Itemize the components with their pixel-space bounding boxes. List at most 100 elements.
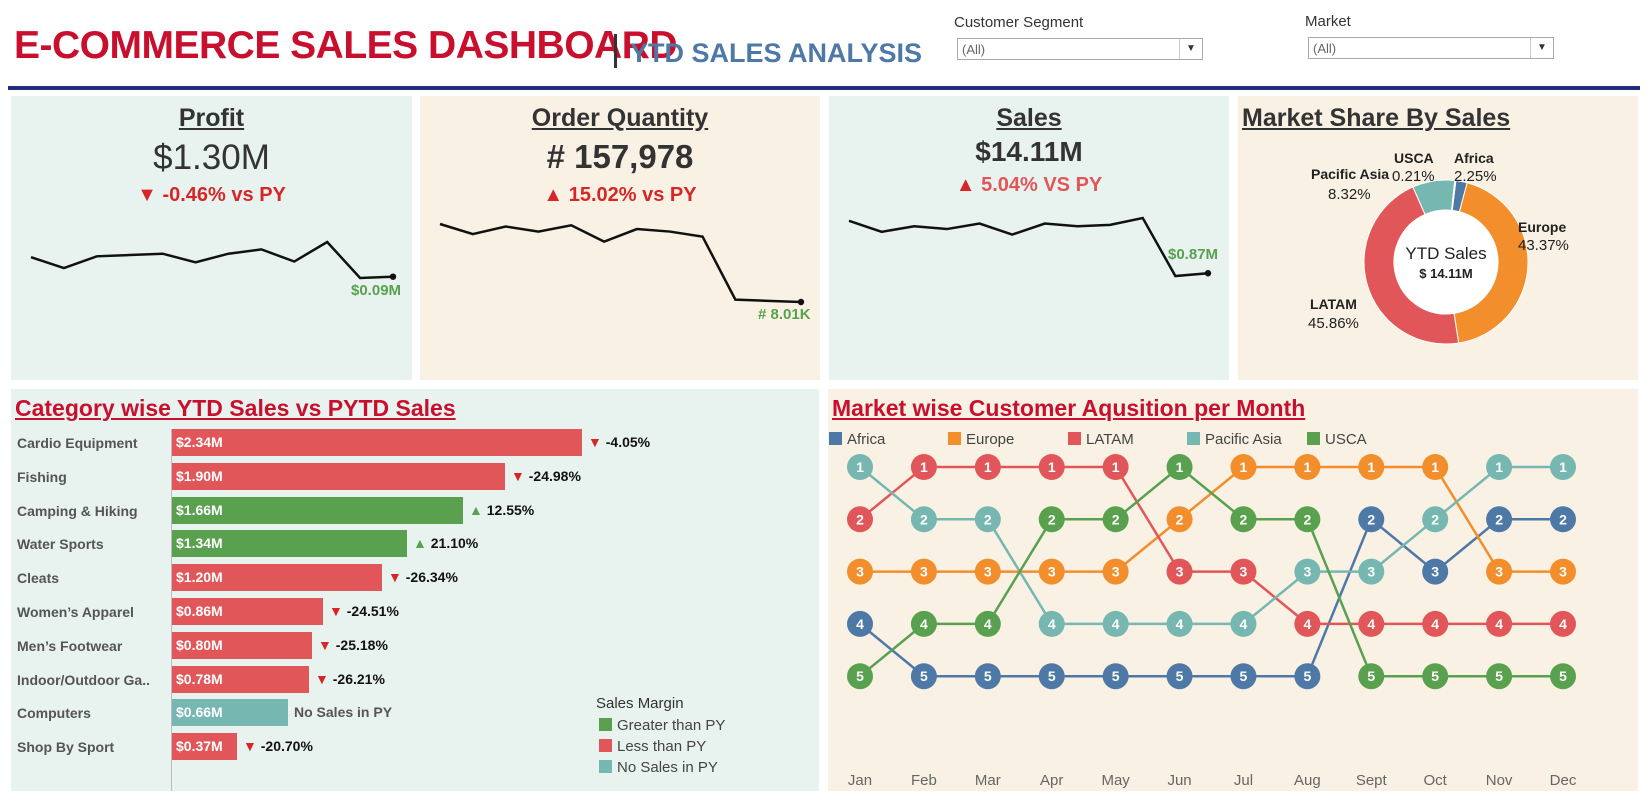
- rank-label: 5: [1048, 668, 1056, 684]
- donut-label-africa: Africa: [1454, 150, 1494, 166]
- rank-label: 5: [1559, 668, 1567, 684]
- rank-label: 1: [1240, 459, 1248, 475]
- category-label: Computers: [17, 705, 91, 722]
- sparkline-end-point: [797, 298, 805, 306]
- category-bar[interactable]: $2.34M: [172, 429, 582, 456]
- category-label: Cardio Equipment: [17, 435, 138, 451]
- category-delta-label: ▼ -4.05%: [588, 434, 651, 450]
- rank-label: 2: [1367, 511, 1375, 527]
- rank-label: 2: [1048, 511, 1056, 527]
- series-line-latam: [859, 465, 1563, 626]
- rank-label: 2: [920, 511, 928, 527]
- rank-label: 5: [1112, 668, 1120, 684]
- rank-label: 1: [1495, 459, 1503, 475]
- category-delta-label: ▼ -25.18%: [318, 636, 388, 653]
- rank-label: 4: [856, 616, 864, 632]
- dashboard-subtitle: YTD SALES ANALYSIS: [630, 38, 923, 68]
- category-bar[interactable]: $0.78M: [172, 665, 309, 693]
- category-delta-label: ▼ -24.98%: [511, 467, 581, 484]
- rank-label: 1: [984, 459, 992, 475]
- customer-segment-label: Customer Segment: [954, 14, 1084, 31]
- month-tick-label: Feb: [911, 772, 937, 789]
- rank-label: 2: [1431, 511, 1439, 527]
- rank-label: 3: [984, 564, 992, 580]
- category-label: Men’s Footwear: [17, 637, 123, 654]
- category-chart-title: Category wise YTD Sales vs PYTD Sales: [15, 395, 456, 421]
- category-label: Women’s Apparel: [17, 604, 134, 620]
- title-separator: [614, 34, 617, 68]
- triangle-up-icon: ▲: [469, 501, 487, 518]
- chevron-down-icon[interactable]: ▼: [1179, 39, 1202, 59]
- month-tick-label: Mar: [975, 772, 1001, 789]
- donut-pct-latam: 45.86%: [1308, 315, 1359, 332]
- customer-segment-select[interactable]: (All) ▼: [957, 38, 1203, 60]
- category-bar[interactable]: $0.86M: [172, 598, 323, 625]
- rank-label: 4: [984, 616, 992, 632]
- category-bar[interactable]: $1.34M: [172, 530, 407, 558]
- donut-label-europe: Europe: [1518, 219, 1567, 235]
- rank-label: 2: [1303, 511, 1311, 527]
- rank-label: 1: [1048, 459, 1056, 475]
- rank-label: 1: [856, 459, 864, 475]
- sparkline-end-point: [389, 273, 397, 280]
- sales-sparkline: [848, 216, 1212, 278]
- triangle-down-icon: ▼: [318, 636, 336, 653]
- sparkline-path: [439, 222, 802, 304]
- order-quantity-sparkline: [439, 222, 805, 306]
- rank-label: 4: [1112, 616, 1120, 632]
- rank-label: 3: [1559, 564, 1567, 580]
- month-tick-label: Aug: [1294, 772, 1321, 789]
- rank-label: 4: [1495, 616, 1503, 632]
- rank-label: 3: [1367, 564, 1375, 580]
- series-line-pacific-asia: [859, 465, 1563, 626]
- rank-label: 1: [1112, 459, 1120, 475]
- market-select[interactable]: (All) ▼: [1308, 37, 1554, 59]
- category-bar[interactable]: $0.66M: [172, 699, 288, 727]
- rank-label: 3: [1495, 564, 1503, 580]
- triangle-down-icon: ▼: [511, 467, 529, 484]
- red-swatch-icon: [599, 739, 612, 752]
- category-delta-label: ▼ -26.34%: [388, 569, 458, 586]
- rank-label: 4: [920, 616, 928, 632]
- category-label: Indoor/Outdoor Ga..: [17, 671, 150, 688]
- rank-label: 3: [1240, 564, 1248, 580]
- triangle-down-icon: ▼: [329, 603, 347, 619]
- market-share-panel: Market Share By Sales YTD Sales $ 14.11M…: [1238, 96, 1638, 380]
- chevron-down-icon[interactable]: ▼: [1530, 38, 1553, 58]
- category-bar[interactable]: $0.80M: [172, 631, 312, 659]
- rank-label: 1: [1367, 459, 1375, 475]
- category-bar[interactable]: $1.20M: [172, 564, 382, 592]
- green-swatch-icon: [599, 718, 612, 731]
- rank-label: 4: [1048, 616, 1056, 632]
- category-sales-panel: Category wise YTD Sales vs PYTD Sales Ca…: [11, 389, 819, 791]
- rank-label: 3: [1048, 564, 1056, 580]
- category-bar[interactable]: $1.90M: [172, 462, 505, 490]
- customer-acquisition-bump-chart: 4 5 5 5 5 5 5 5 2 3 2 2 3 3 3 3 3 2 1 1 1 1 3 3 2 1 1 1 1 3 3 4 4 4 4 4 1 2 2 4…: [847, 454, 1577, 789]
- rank-label: 4: [1367, 616, 1375, 632]
- month-tick-label: May: [1101, 772, 1130, 789]
- rank-label: 5: [1303, 668, 1311, 684]
- category-bar[interactable]: $0.37M: [172, 733, 237, 761]
- triangle-down-icon: ▼: [388, 569, 406, 586]
- profit-sparkline: [30, 240, 397, 280]
- header-rule: [8, 86, 1640, 90]
- triangle-down-icon: ▼: [315, 670, 333, 687]
- market-value: (All): [1313, 41, 1337, 56]
- category-label: Fishing: [17, 468, 67, 485]
- donut-center-title: YTD Sales: [1405, 244, 1487, 263]
- sales-margin-legend-title: Sales Margin: [596, 695, 684, 712]
- donut-pct-usca: 0.21%: [1392, 168, 1435, 185]
- donut-label-latam: LATAM: [1310, 296, 1357, 312]
- triangle-down-icon: ▼: [588, 434, 606, 450]
- rank-label: 1: [1176, 459, 1184, 475]
- rank-label: 1: [920, 459, 928, 475]
- rank-label: 3: [856, 564, 864, 580]
- teal-swatch-icon: [599, 760, 612, 773]
- category-bar[interactable]: $1.66M: [172, 496, 463, 524]
- market-label: Market: [1305, 13, 1351, 30]
- rank-label: 5: [920, 668, 928, 684]
- month-tick-label: Jul: [1234, 772, 1253, 789]
- rank-label: 4: [1303, 616, 1311, 632]
- triangle-down-icon: ▼: [243, 738, 261, 755]
- month-tick-label: Nov: [1486, 772, 1513, 789]
